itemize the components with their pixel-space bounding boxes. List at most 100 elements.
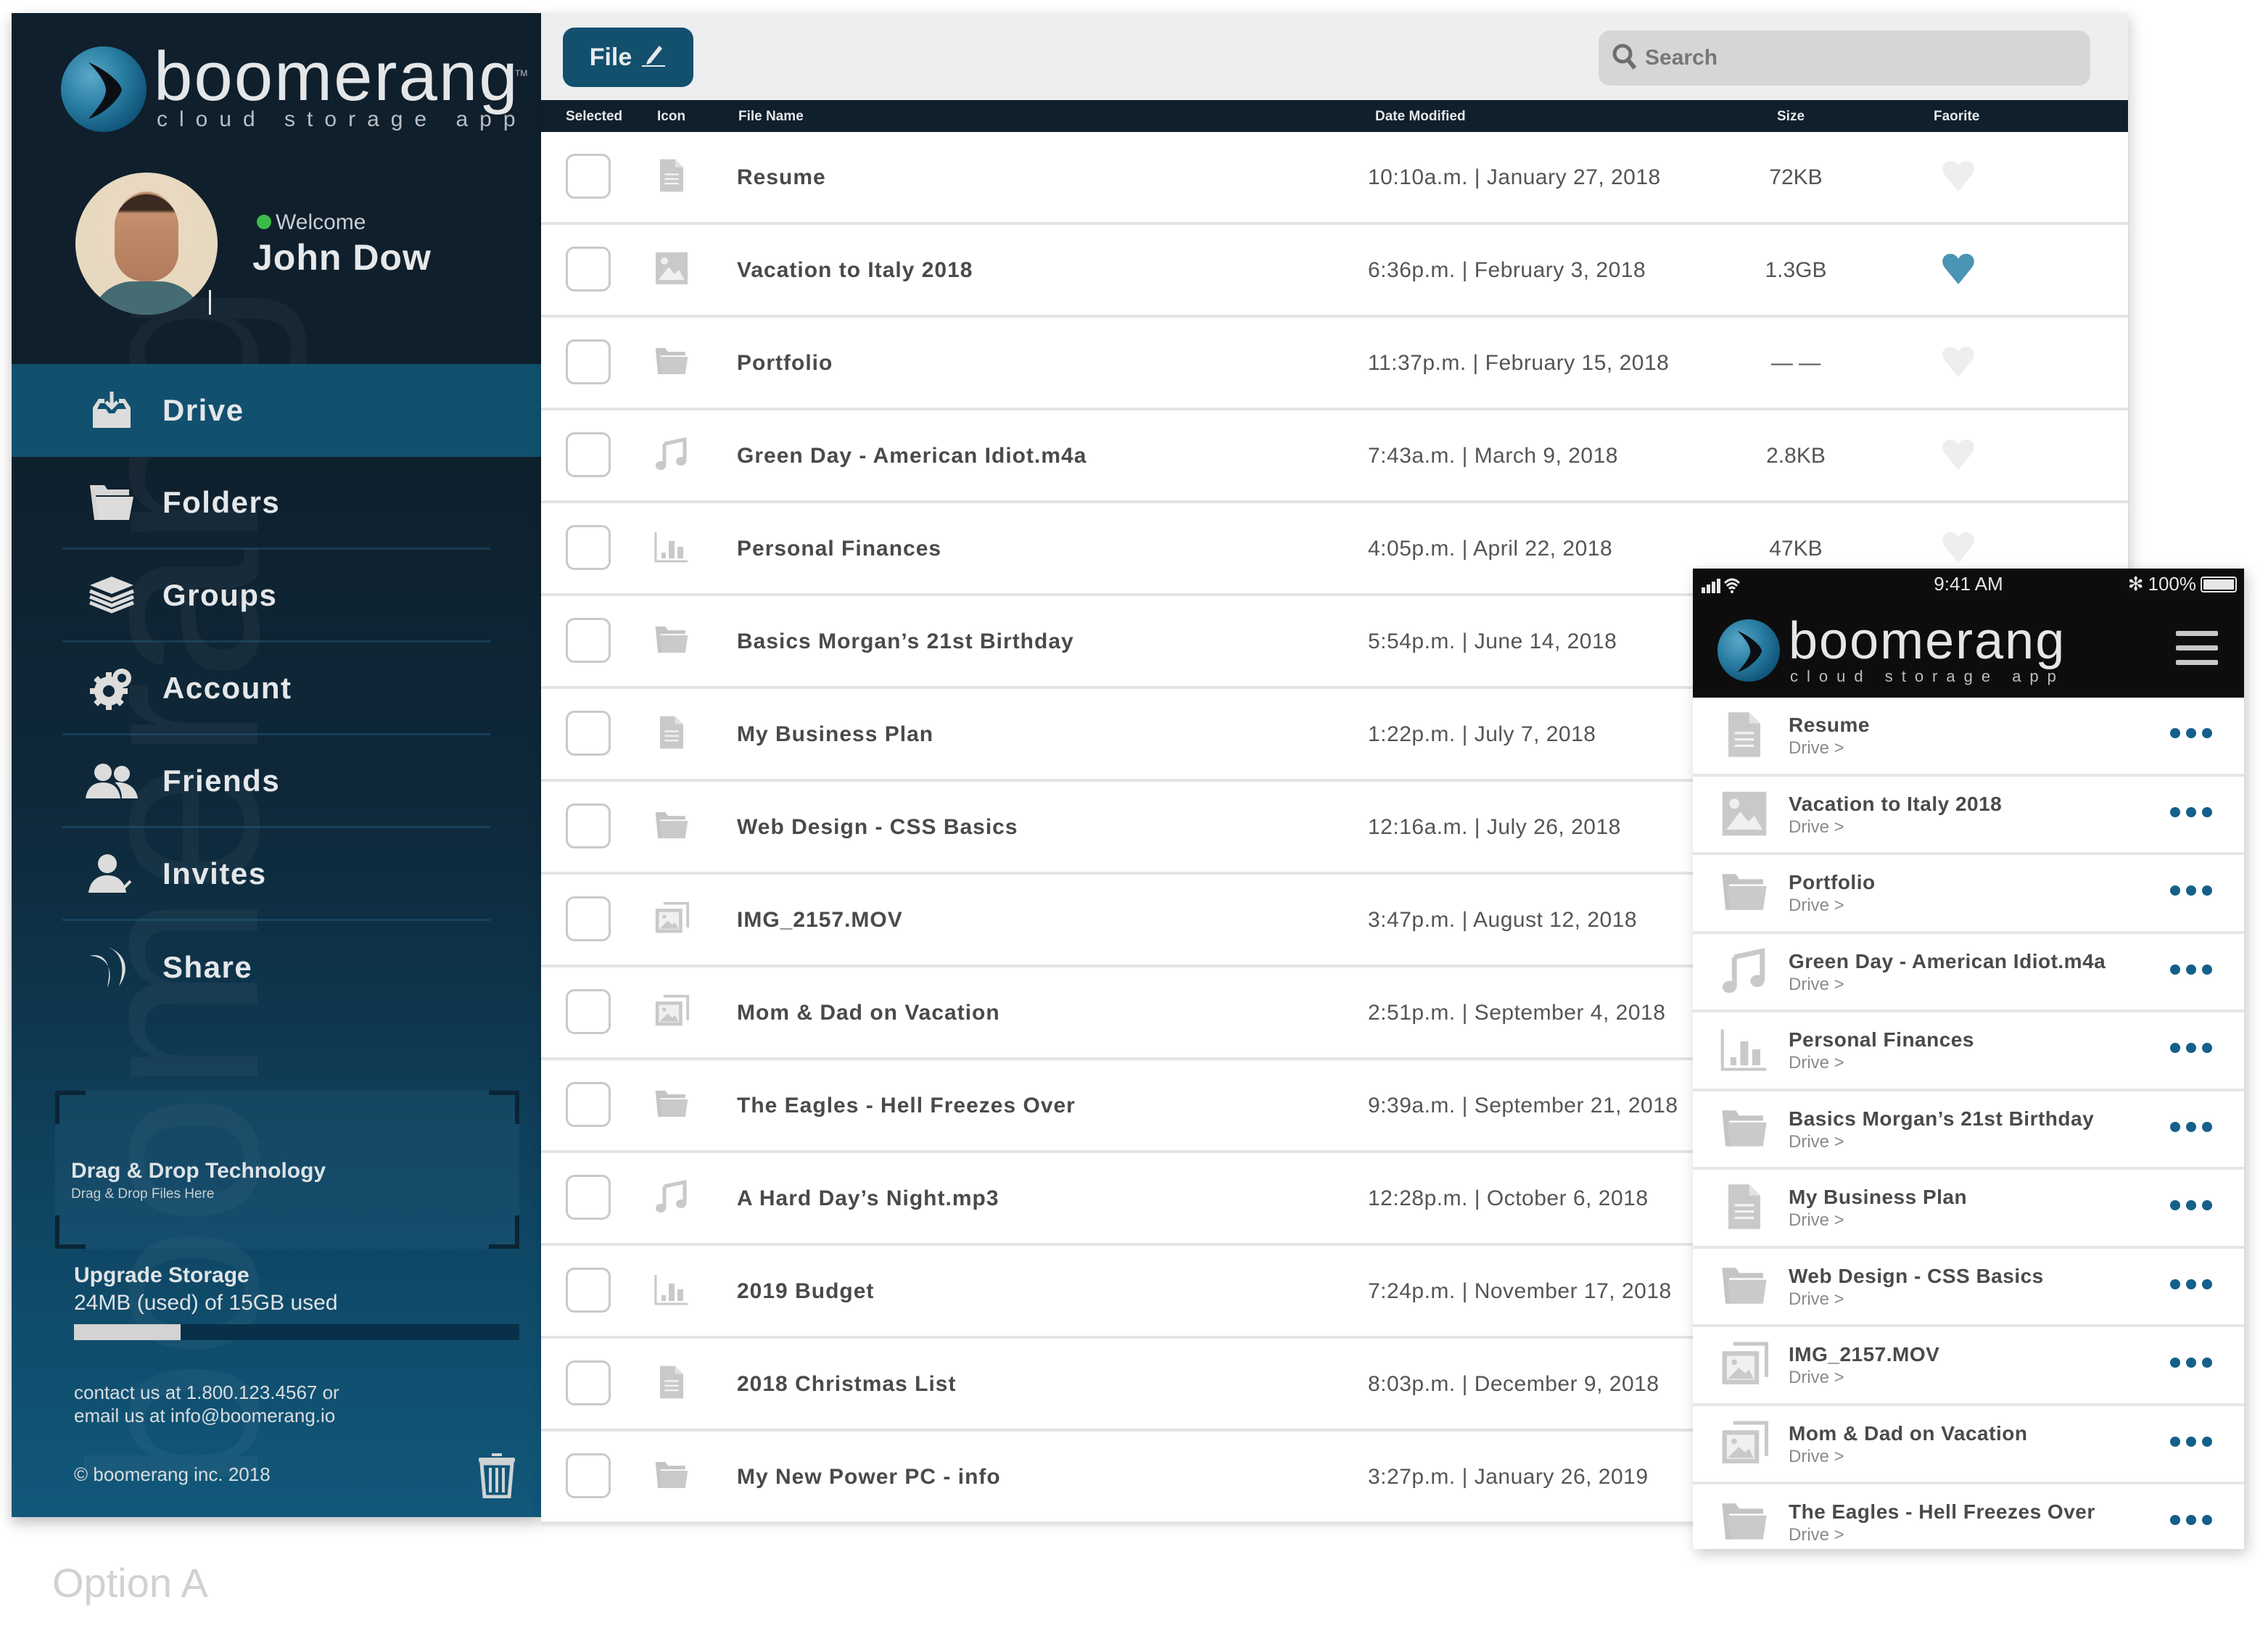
file-name[interactable]: Resume	[737, 165, 826, 190]
file-name[interactable]: Basics Morgan’s 21st Birthday	[737, 629, 1074, 654]
gallery-icon	[654, 994, 689, 1028]
mobile-list-item[interactable]: Mom & Dad on Vacation Drive >	[1693, 1406, 2244, 1484]
file-name[interactable]: The Eagles - Hell Freezes Over	[737, 1094, 1076, 1118]
mobile-file-location[interactable]: Drive >	[1789, 738, 1844, 759]
hamburger-menu-icon[interactable]	[2176, 631, 2218, 666]
sidebar-item-friends[interactable]: Friends	[62, 735, 490, 828]
mobile-list-item[interactable]: Vacation to Italy 2018 Drive >	[1693, 777, 2244, 855]
file-name[interactable]: My Business Plan	[737, 722, 933, 747]
search-box[interactable]	[1599, 30, 2090, 86]
mobile-file-location[interactable]: Drive >	[1789, 1210, 1844, 1231]
select-checkbox[interactable]	[566, 432, 611, 477]
trash-icon[interactable]	[477, 1453, 516, 1499]
brand-logo[interactable]: boomerang TM cloud storage app	[48, 33, 541, 142]
file-name[interactable]: Mom & Dad on Vacation	[737, 1001, 1000, 1025]
heart-filled-icon[interactable]	[1941, 252, 1976, 286]
heart-icon[interactable]	[1941, 160, 1976, 193]
dropzone-title: Drag & Drop Technology	[71, 1159, 326, 1183]
mobile-file-location[interactable]: Drive >	[1789, 1447, 1844, 1467]
heart-icon[interactable]	[1941, 345, 1976, 379]
select-checkbox[interactable]	[566, 525, 611, 570]
sidebar-item-folders[interactable]: Folders	[62, 457, 490, 550]
more-options-icon[interactable]	[2170, 1200, 2212, 1215]
select-checkbox[interactable]	[566, 1360, 611, 1405]
mobile-file-location[interactable]: Drive >	[1789, 1525, 1844, 1545]
mobile-list-item[interactable]: My Business Plan Drive >	[1693, 1170, 2244, 1249]
more-options-icon[interactable]	[2170, 1515, 2212, 1529]
avatar[interactable]	[75, 173, 218, 315]
mobile-file-location[interactable]: Drive >	[1789, 1053, 1844, 1073]
select-checkbox[interactable]	[566, 247, 611, 292]
file-button[interactable]: File	[563, 28, 693, 87]
mobile-list-item[interactable]: Basics Morgan’s 21st Birthday Drive >	[1693, 1091, 2244, 1170]
select-checkbox[interactable]	[566, 618, 611, 663]
file-name[interactable]: Portfolio	[737, 351, 833, 376]
file-name[interactable]: 2018 Christmas List	[737, 1372, 956, 1397]
column-header-size[interactable]: Size	[1777, 109, 1805, 125]
more-options-icon[interactable]	[2170, 1121, 2212, 1136]
column-header-favorite[interactable]: Faorite	[1934, 109, 1979, 125]
select-checkbox[interactable]	[566, 1175, 611, 1220]
mobile-list-item[interactable]: Web Design - CSS Basics Drive >	[1693, 1249, 2244, 1327]
select-checkbox[interactable]	[566, 154, 611, 199]
file-name[interactable]: Vacation to Italy 2018	[737, 258, 973, 283]
column-header-file-name[interactable]: File Name	[738, 109, 804, 125]
file-name[interactable]: Web Design - CSS Basics	[737, 815, 1018, 840]
sidebar-item-groups[interactable]: Groups	[62, 550, 490, 643]
mobile-file-location[interactable]: Drive >	[1789, 1289, 1844, 1310]
more-options-icon[interactable]	[2170, 1279, 2212, 1294]
mobile-file-location[interactable]: Drive >	[1789, 1368, 1844, 1388]
sidebar-item-drive[interactable]: Drive	[12, 364, 541, 457]
mobile-file-location[interactable]: Drive >	[1789, 817, 1844, 838]
file-name[interactable]: IMG_2157.MOV	[737, 908, 903, 933]
select-checkbox[interactable]	[566, 1082, 611, 1127]
more-options-icon[interactable]	[2170, 1436, 2212, 1451]
select-checkbox[interactable]	[566, 989, 611, 1034]
file-name[interactable]: Green Day - American Idiot.m4a	[737, 444, 1086, 468]
sidebar-item-account[interactable]: Account	[62, 643, 490, 735]
mobile-file-location[interactable]: Drive >	[1789, 1132, 1844, 1152]
sidebar-item-share[interactable]: Share	[62, 921, 490, 1014]
search-input[interactable]	[1645, 46, 2080, 70]
user-name: John Dow	[252, 237, 432, 278]
file-name[interactable]: My New Power PC - info	[737, 1465, 1001, 1490]
select-checkbox[interactable]	[566, 804, 611, 848]
more-options-icon[interactable]	[2170, 728, 2212, 743]
upgrade-storage-link[interactable]: Upgrade Storage	[74, 1263, 250, 1288]
select-checkbox[interactable]	[566, 896, 611, 941]
more-options-icon[interactable]	[2170, 806, 2212, 822]
mobile-list-item[interactable]: Portfolio Drive >	[1693, 855, 2244, 934]
mobile-brand-logo[interactable]: boomerang cloud storage app	[1718, 614, 2080, 686]
mobile-list-item[interactable]: IMG_2157.MOV Drive >	[1693, 1327, 2244, 1406]
mobile-list-item[interactable]: The Eagles - Hell Freezes Over Drive >	[1693, 1484, 2244, 1549]
select-checkbox[interactable]	[566, 1453, 611, 1498]
column-header-date-modified[interactable]: Date Modified	[1375, 109, 1466, 125]
heart-icon[interactable]	[1941, 438, 1976, 471]
mobile-list-item[interactable]: Green Day - American Idiot.m4a Drive >	[1693, 934, 2244, 1012]
contact-email[interactable]: email us at info@boomerang.io	[74, 1404, 339, 1427]
select-checkbox[interactable]	[566, 1268, 611, 1313]
select-checkbox[interactable]	[566, 711, 611, 756]
file-name[interactable]: A Hard Day’s Night.mp3	[737, 1186, 999, 1211]
bar-chart-icon	[654, 529, 689, 564]
mobile-list-item[interactable]: Resume Drive >	[1693, 698, 2244, 777]
select-checkbox[interactable]	[566, 339, 611, 384]
table-row[interactable]: Portfolio 11:37p.m. | February 15, 2018 — …	[541, 318, 2128, 410]
table-row[interactable]: Green Day - American Idiot.m4a 7:43a.m. |…	[541, 410, 2128, 503]
file-name[interactable]: Personal Finances	[737, 537, 941, 561]
more-options-icon[interactable]	[2170, 964, 2212, 979]
mobile-file-location[interactable]: Drive >	[1789, 896, 1844, 916]
table-row[interactable]: Resume 10:10a.m. | January 27, 2018 72KB	[541, 132, 2128, 225]
mobile-file-location[interactable]: Drive >	[1789, 975, 1844, 995]
more-options-icon[interactable]	[2170, 1358, 2212, 1372]
column-header-selected[interactable]: Selected	[566, 109, 622, 125]
heart-icon[interactable]	[1941, 531, 1976, 564]
column-header-icon[interactable]: Icon	[657, 109, 685, 125]
drag-drop-zone[interactable]: Drag & Drop Technology Drag & Drop Files…	[55, 1091, 519, 1249]
more-options-icon[interactable]	[2170, 1043, 2212, 1057]
sidebar-item-invites[interactable]: Invites	[62, 828, 490, 921]
table-row[interactable]: Vacation to Italy 2018 6:36p.m. | Februar…	[541, 225, 2128, 318]
mobile-list-item[interactable]: Personal Finances Drive >	[1693, 1012, 2244, 1091]
more-options-icon[interactable]	[2170, 885, 2212, 900]
file-name[interactable]: 2019 Budget	[737, 1279, 874, 1304]
